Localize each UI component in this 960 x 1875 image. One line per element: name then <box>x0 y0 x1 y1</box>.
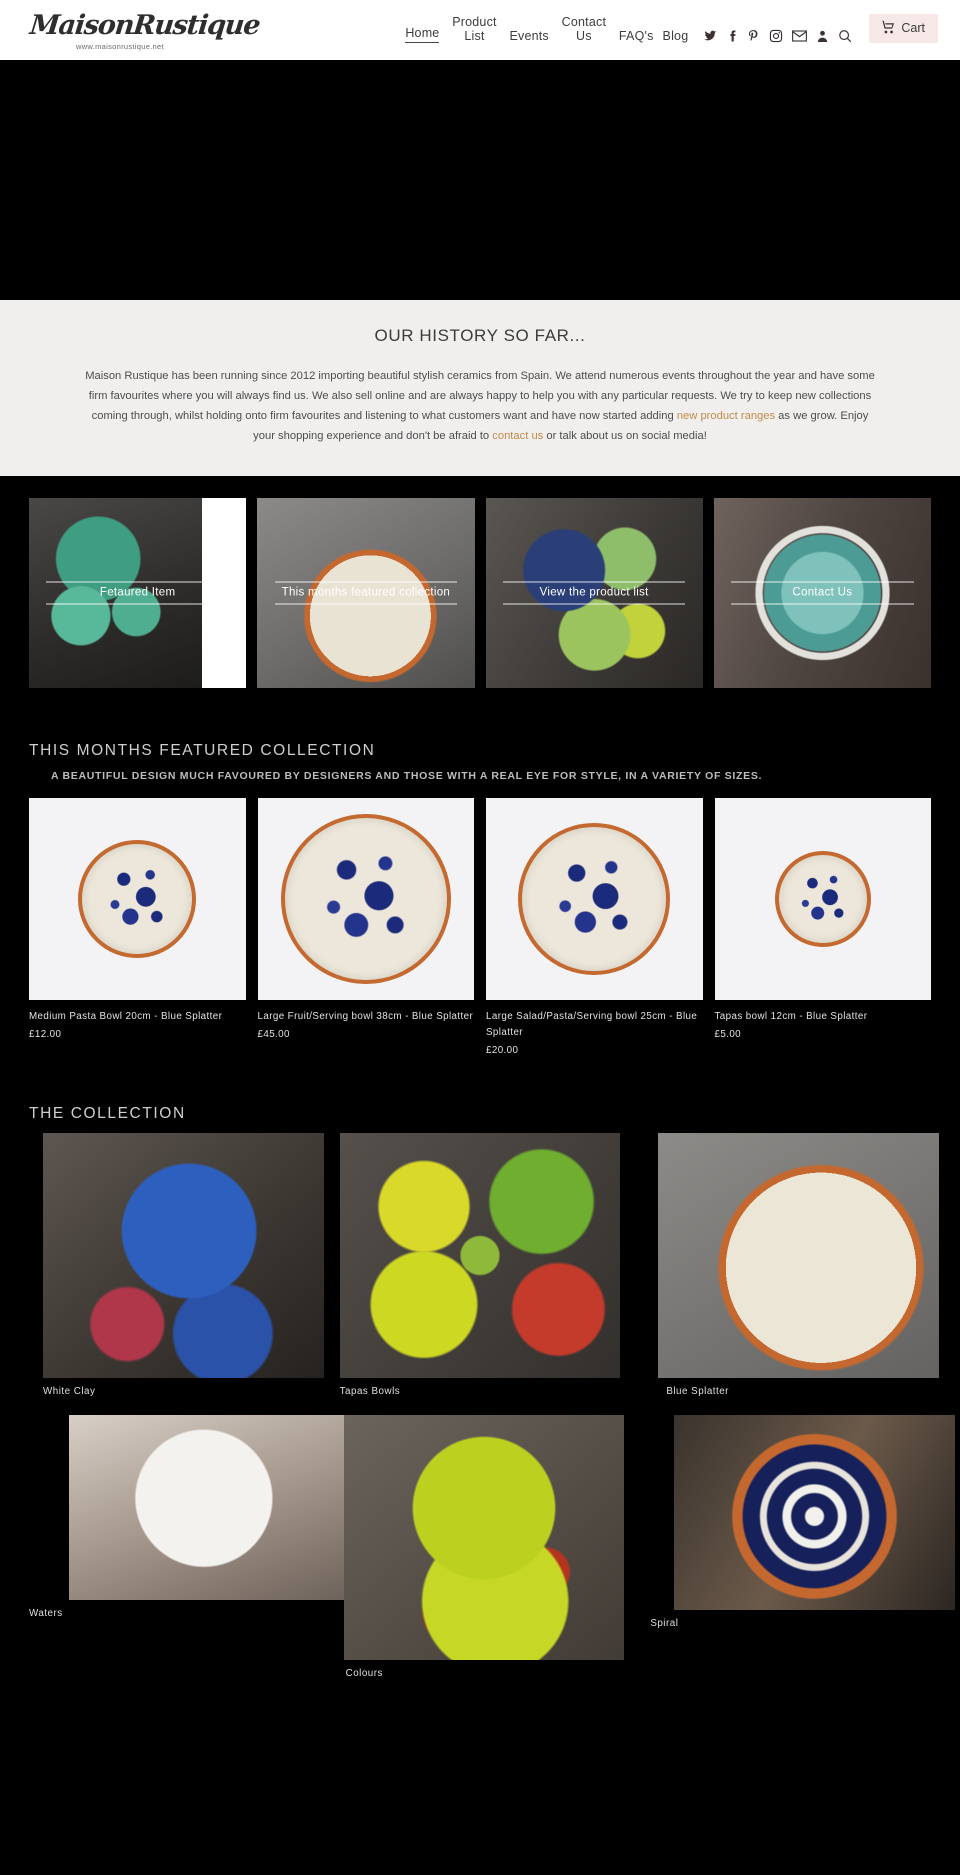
collection-item-label[interactable]: Tapas Bowls <box>340 1386 621 1397</box>
waters-hands-photo[interactable] <box>69 1415 350 1600</box>
colours-lime-bowls-photo[interactable] <box>343 1415 625 1660</box>
promo-tile-featured-item[interactable]: Fetaured Item <box>29 498 247 688</box>
collection-item-spiral[interactable]: Spiral <box>650 1415 955 1691</box>
promo-tile-featured-collection[interactable]: This months featured collection <box>257 498 475 688</box>
product-card[interactable]: Large Fruit/Serving bowl 38cm - Blue Spl… <box>257 798 475 1043</box>
history-section: OUR HISTORY SO FAR... Maison Rustique ha… <box>0 300 960 476</box>
promo-tile-contact-us[interactable]: Contact Us <box>713 498 931 688</box>
product-card[interactable]: Large Salad/Pasta/Serving bowl 25cm - Bl… <box>486 798 703 1059</box>
collection-item-waters[interactable]: Waters <box>29 1415 350 1691</box>
tapas-bowls-photo[interactable] <box>339 1133 621 1378</box>
spiral-bowls-photo[interactable] <box>674 1415 955 1610</box>
cart-icon <box>880 20 895 37</box>
nav-item-contact-us[interactable]: Contact Us <box>558 15 610 43</box>
collection-title: THE COLLECTION <box>29 1105 186 1122</box>
collection-item-label[interactable]: Waters <box>29 1608 310 1619</box>
blue-jug-bowls-photo[interactable] <box>43 1133 324 1378</box>
cart-label: Cart <box>901 21 925 35</box>
featured-collection-section: THIS MONTHS FEATURED COLLECTION A BEAUTI… <box>0 742 960 1059</box>
pinterest-icon[interactable] <box>747 29 760 43</box>
product-price: £5.00 <box>714 1029 742 1040</box>
featured-collection-subtitle: A BEAUTIFUL DESIGN MUCH FAVOURED BY DESI… <box>51 770 763 782</box>
history-text-3: or talk about us on social media! <box>543 430 707 442</box>
twitter-icon[interactable] <box>703 29 717 43</box>
product-image[interactable] <box>486 798 703 1000</box>
product-image[interactable] <box>714 798 931 1000</box>
hero-banner <box>0 60 960 300</box>
nav-item-faqs[interactable]: FAQ's <box>619 29 654 43</box>
product-image[interactable] <box>257 798 474 1000</box>
history-paragraph: Maison Rustique has been running since 2… <box>80 366 880 446</box>
featured-product-list: Medium Pasta Bowl 20cm - Blue Splatter £… <box>29 798 931 1059</box>
promo-tile-product-list[interactable]: View the product list <box>485 498 703 688</box>
email-icon[interactable] <box>792 29 808 42</box>
nav-item-events[interactable]: Events <box>509 29 548 43</box>
logo[interactable]: MaisonRustique www.maisonrustique.net <box>28 9 330 51</box>
collection-item-label[interactable]: Spiral <box>650 1618 931 1629</box>
nav-item-blog[interactable]: Blog <box>663 29 689 43</box>
blue-splatter-bowl-photo <box>78 840 197 958</box>
site-header: MaisonRustique www.maisonrustique.net Ho… <box>0 0 960 60</box>
facebook-icon[interactable] <box>726 29 738 43</box>
collection-item-colours[interactable]: Colours <box>340 1415 625 1691</box>
promo-tiles: Fetaured Item This months featured colle… <box>0 476 960 714</box>
social-icons <box>703 29 852 43</box>
logo-wordmark: MaisonRustique <box>28 9 262 41</box>
instagram-icon[interactable] <box>769 29 783 43</box>
product-price: £12.00 <box>29 1029 62 1040</box>
promo-tile-caption[interactable]: Fetaured Item <box>46 581 229 605</box>
collection-item-label[interactable]: White Clay <box>43 1386 310 1397</box>
account-icon[interactable] <box>816 29 829 43</box>
nav-item-product-list[interactable]: Product List <box>448 15 500 43</box>
product-title[interactable]: Large Salad/Pasta/Serving bowl 25cm - Bl… <box>486 1009 703 1041</box>
collection-item-blue-splatter[interactable]: Blue Splatter <box>650 1133 939 1409</box>
blue-splatter-bowl-photo <box>774 851 871 947</box>
product-image[interactable] <box>29 798 246 1000</box>
product-price: £20.00 <box>486 1045 519 1056</box>
product-title[interactable]: Medium Pasta Bowl 20cm - Blue Splatter <box>29 1009 246 1025</box>
collection-item-tapas-bowls[interactable]: Tapas Bowls <box>339 1133 621 1409</box>
collection-item-label[interactable]: Colours <box>346 1668 621 1679</box>
cart-button[interactable]: Cart <box>869 13 938 43</box>
collection-grid: White Clay Tapas Bowls Blue Splatter Wat… <box>29 1133 955 1691</box>
logo-url: www.maisonrustique.net <box>76 41 164 51</box>
product-title[interactable]: Tapas bowl 12cm - Blue Splatter <box>715 1009 932 1025</box>
product-title[interactable]: Large Fruit/Serving bowl 38cm - Blue Spl… <box>258 1009 475 1025</box>
promo-tile-caption[interactable]: View the product list <box>502 581 686 605</box>
blue-splatter-bowl-photo <box>280 814 451 984</box>
new-product-ranges-link[interactable]: new product ranges <box>677 410 775 422</box>
product-card[interactable]: Tapas bowl 12cm - Blue Splatter £5.00 <box>714 798 932 1043</box>
blue-splatter-bowl-photo <box>518 823 671 975</box>
product-card[interactable]: Medium Pasta Bowl 20cm - Blue Splatter £… <box>29 798 246 1043</box>
nav-item-home[interactable]: Home <box>405 26 440 43</box>
collection-item-white-clay[interactable]: White Clay <box>29 1133 324 1409</box>
product-price: £45.00 <box>257 1029 290 1040</box>
history-title: OUR HISTORY SO FAR... <box>374 326 586 345</box>
search-icon[interactable] <box>838 29 852 43</box>
blue-splatter-photo[interactable] <box>658 1133 939 1378</box>
collection-section: THE COLLECTION White Clay Tapas Bowls Bl… <box>0 1105 960 1719</box>
contact-us-link[interactable]: contact us <box>492 430 543 442</box>
promo-tile-caption[interactable]: This months featured collection <box>274 581 458 605</box>
promo-tile-caption[interactable]: Contact Us <box>731 581 914 605</box>
collection-item-label[interactable]: Blue Splatter <box>666 1386 931 1397</box>
featured-collection-title: THIS MONTHS FEATURED COLLECTION <box>29 742 376 759</box>
main-navigation: Home Product List Events Contact Us FAQ'… <box>330 13 938 47</box>
